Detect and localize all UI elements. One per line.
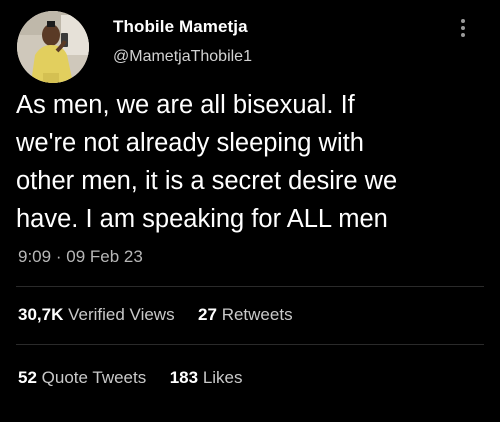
- quotes-count: 52: [18, 368, 37, 387]
- stats-row-1: 30,7K Verified Views 27 Retweets: [18, 305, 293, 325]
- tweet-timestamp[interactable]: 9:09 · 09 Feb 23: [18, 247, 143, 267]
- tweet-text: As men, we are all bisexual. If we're no…: [16, 86, 486, 238]
- retweets-count: 27: [198, 305, 217, 324]
- tweet-line: we're not already sleeping with: [16, 129, 364, 157]
- author-name[interactable]: Thobile Mametja: [113, 17, 248, 37]
- author-handle[interactable]: @MametjaThobile1: [113, 48, 252, 66]
- tweet-line: As men, we are all bisexual. If: [16, 91, 355, 119]
- likes-label: Likes: [202, 368, 243, 387]
- retweets-label: Retweets: [221, 305, 293, 324]
- tweet-card: Thobile Mametja @MametjaThobile1 As men,…: [0, 0, 500, 422]
- likes-stat[interactable]: 183 Likes: [165, 368, 243, 387]
- tweet-line: have. I am speaking for ALL men: [16, 205, 388, 233]
- avatar-image: [17, 11, 89, 83]
- tweet-date: 09 Feb 23: [66, 247, 143, 266]
- meta-separator: ·: [55, 247, 62, 266]
- retweets-stat[interactable]: 27 Retweets: [193, 305, 293, 324]
- divider: [16, 286, 484, 287]
- views-count: 30,7K: [18, 305, 64, 324]
- divider: [16, 344, 484, 345]
- avatar[interactable]: [17, 11, 89, 83]
- stats-row-2: 52 Quote Tweets 183 Likes: [18, 368, 243, 388]
- views-label: Verified Views: [68, 305, 175, 324]
- tweet-time: 9:09: [18, 247, 52, 266]
- more-options-icon[interactable]: [454, 16, 472, 40]
- quote-tweets-stat[interactable]: 52 Quote Tweets: [18, 368, 151, 387]
- quotes-label: Quote Tweets: [41, 368, 147, 387]
- views-stat[interactable]: 30,7K Verified Views: [18, 305, 179, 324]
- likes-count: 183: [169, 368, 199, 387]
- tweet-line: other men, it is a secret desire we: [16, 167, 398, 195]
